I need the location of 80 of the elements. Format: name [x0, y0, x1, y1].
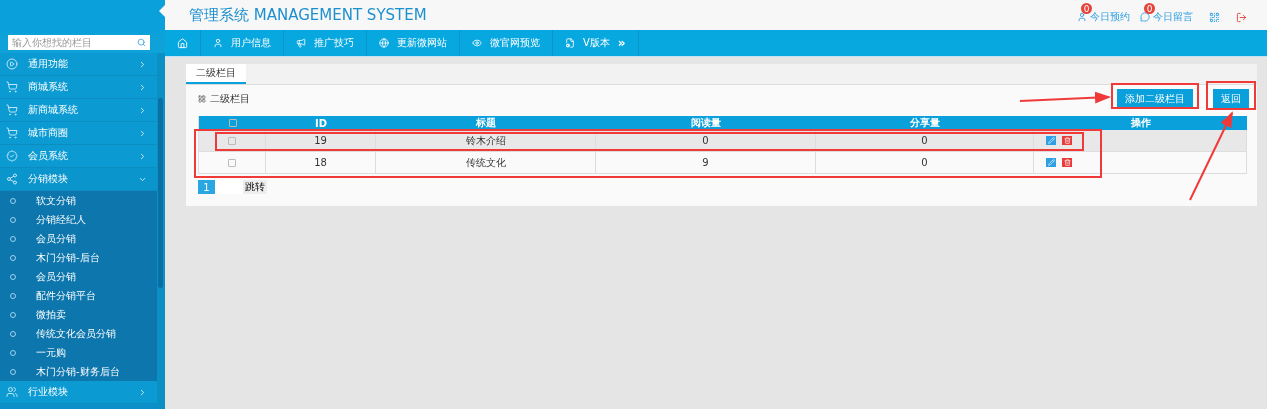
sidebar-item[interactable]: 通用功能	[0, 53, 157, 76]
page-button[interactable]: 1	[198, 180, 215, 194]
logout-icon[interactable]	[1236, 11, 1247, 23]
submenu-item[interactable]: 木门分销-后台	[0, 248, 157, 267]
submenu-item[interactable]: 一元购	[0, 343, 157, 362]
tab[interactable]: 二级栏目	[186, 64, 246, 84]
home-icon	[177, 37, 188, 49]
column-header: 阅读量	[596, 116, 816, 130]
chevron-right-icon	[138, 128, 147, 138]
chevron-right-icon	[138, 151, 147, 161]
sidebar-item[interactable]: 城市商圈	[0, 122, 157, 145]
qr-code-icon[interactable]	[1209, 11, 1220, 23]
submenu-item[interactable]: 传统文化会员分销	[0, 324, 157, 343]
chevron-right-icon	[138, 105, 147, 115]
sidebar-item[interactable]: 会员系统	[0, 145, 157, 168]
action-button[interactable]: 返回	[1213, 89, 1249, 109]
table-cell: 0	[816, 152, 1034, 174]
count-badge: 0	[1144, 3, 1155, 14]
megaphone-icon	[296, 38, 306, 48]
go-button[interactable]: 跳转	[243, 180, 267, 194]
nav-item[interactable]: 微官网预览	[460, 30, 553, 56]
chat-icon	[1140, 12, 1150, 22]
column-header: 操作	[1034, 116, 1247, 130]
edit-button[interactable]	[1046, 136, 1056, 145]
scrollbar-thumb[interactable]	[158, 98, 163, 288]
submenu-item[interactable]: 软文分销	[0, 191, 157, 210]
count-badge: 0	[1081, 3, 1092, 14]
annotation-box	[1206, 81, 1256, 110]
people-icon	[6, 386, 18, 398]
document-icon	[565, 38, 575, 48]
action-button[interactable]: 添加二级栏目	[1117, 89, 1193, 109]
user-icon	[213, 38, 223, 48]
header-checkbox[interactable]	[228, 119, 237, 127]
sidebar-item[interactable]: 分销模块	[0, 168, 157, 191]
search-field[interactable]: 输入你想找的栏目	[8, 35, 150, 50]
row-checkbox[interactable]	[228, 136, 236, 145]
table-cell: 传统文化	[376, 152, 596, 174]
edit-button[interactable]	[1046, 158, 1056, 167]
cart-icon	[6, 127, 18, 139]
sidebar-item[interactable]: 行业模块	[0, 381, 157, 404]
pencil-icon	[1047, 137, 1055, 144]
column-header: ID	[266, 116, 376, 130]
row-checkbox[interactable]	[228, 158, 236, 167]
delete-button[interactable]	[1062, 136, 1072, 145]
trash-icon	[1063, 137, 1071, 144]
page-input[interactable]	[215, 180, 243, 194]
column-header: 标题	[376, 116, 596, 130]
share-icon	[6, 173, 18, 185]
grid-icon	[198, 95, 206, 103]
submenu-item[interactable]: 分销经纪人	[0, 210, 157, 229]
sidebar-item[interactable]: 商城系统	[0, 76, 157, 99]
eye-icon	[472, 38, 482, 48]
search-icon[interactable]	[137, 38, 146, 47]
submenu-item[interactable]: 木门分销-财务后台	[0, 362, 157, 381]
table-cell: 18	[266, 152, 376, 174]
user-icon	[1077, 12, 1087, 22]
chevron-right-icon	[138, 82, 147, 92]
nav-item[interactable]: 推广技巧	[284, 30, 367, 56]
chevron-right-icon	[138, 59, 147, 69]
sidebar-item[interactable]: 新商城系统	[0, 99, 157, 122]
globe-icon	[379, 38, 389, 48]
submenu-item[interactable]: 会员分销	[0, 229, 157, 248]
delete-button[interactable]	[1062, 158, 1072, 167]
section-title: 二级栏目	[210, 92, 250, 106]
cart-icon	[6, 104, 18, 116]
nav-item[interactable]: 用户信息	[201, 30, 284, 56]
nav-item[interactable]: 更新微网站	[367, 30, 460, 56]
badge-icon	[6, 150, 18, 162]
pencil-icon	[1047, 159, 1055, 166]
cart-icon	[6, 81, 18, 93]
chevron-right-icon	[138, 387, 147, 397]
column-header: 分享量	[816, 116, 1034, 130]
play-icon	[6, 58, 18, 70]
table-cell: 9	[596, 152, 816, 174]
submenu-item[interactable]: 会员分销	[0, 267, 157, 286]
app-title: 管理系统 MANAGEMENT SYSTEM	[189, 5, 428, 25]
submenu-item[interactable]: 微拍卖	[0, 305, 157, 324]
trash-icon	[1063, 159, 1071, 166]
submenu-item[interactable]: 配件分销平台	[0, 286, 157, 305]
nav-item[interactable]: V版本 »	[553, 30, 639, 56]
